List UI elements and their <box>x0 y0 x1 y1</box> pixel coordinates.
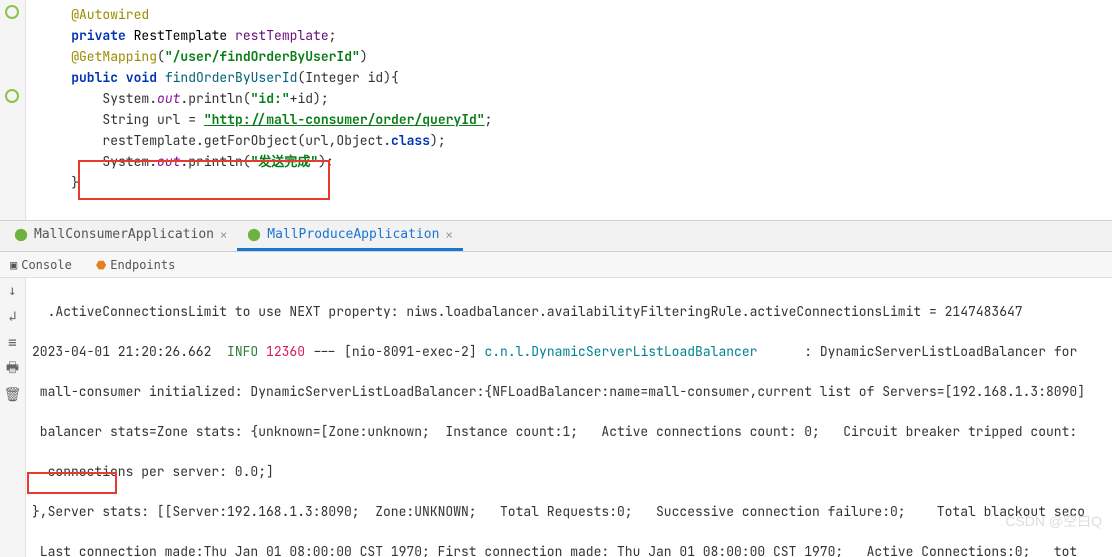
keyword: public void <box>71 69 157 86</box>
subtab-console[interactable]: ▣ Console <box>4 258 78 272</box>
console-output[interactable]: .ActiveConnectionsLimit to use NEXT prop… <box>26 278 1112 557</box>
tab-label: MallConsumerApplication <box>34 227 214 242</box>
code-editor[interactable]: @Autowired private RestTemplate restTemp… <box>0 0 1112 220</box>
spring-icon <box>14 228 28 242</box>
url-string[interactable]: "http://mall-consumer/order/queryId" <box>204 111 485 128</box>
tab-mall-produce[interactable]: MallProduceApplication × <box>237 221 462 251</box>
annotation: @GetMapping <box>71 48 157 65</box>
tab-mall-consumer[interactable]: MallConsumerApplication × <box>4 221 237 251</box>
soft-wrap-icon[interactable]: ↲ <box>4 308 22 326</box>
spring-icon <box>247 228 261 242</box>
close-icon[interactable]: × <box>220 228 227 242</box>
mapping-gutter-icon <box>4 88 20 104</box>
console-icon: ▣ <box>10 258 17 272</box>
keyword: class <box>391 132 430 149</box>
static-field: out <box>157 153 180 170</box>
keyword: private <box>71 27 126 44</box>
scroll-to-end-icon[interactable]: ↓ <box>4 282 22 300</box>
editor-gutter <box>0 0 26 220</box>
string: "发送完成" <box>251 153 319 170</box>
method: findOrderByUserId <box>157 69 297 86</box>
log-line: Last connection made:Thu Jan 01 08:00:00… <box>32 542 1106 557</box>
annotation: @Autowired <box>71 6 149 23</box>
close-icon[interactable]: × <box>445 228 452 242</box>
autowired-gutter-icon <box>4 4 20 20</box>
log-line: .ActiveConnectionsLimit to use NEXT prop… <box>32 302 1106 322</box>
code-content[interactable]: @Autowired private RestTemplate restTemp… <box>40 4 1102 193</box>
wrap-stack-icon[interactable]: ≡ <box>4 334 22 352</box>
clear-all-icon[interactable]: 🗑 <box>4 386 22 404</box>
log-line: connections per server: 0.0;] <box>32 462 1106 482</box>
console-panel: ↓ ↲ ≡ 🖶 🗑 .ActiveConnectionsLimit to use… <box>0 278 1112 557</box>
tab-label: MallProduceApplication <box>267 227 439 242</box>
print-icon[interactable]: 🖶 <box>4 360 22 378</box>
log-line: mall-consumer initialized: DynamicServer… <box>32 382 1106 402</box>
string: "id:" <box>251 90 290 107</box>
run-tabs-bar[interactable]: MallConsumerApplication × MallProduceApp… <box>0 220 1112 252</box>
type: RestTemplate <box>126 27 235 44</box>
subtab-label: Console <box>21 258 72 272</box>
sub-tabs-bar[interactable]: ▣ Console ⬣ Endpoints <box>0 252 1112 278</box>
log-line: },Server stats: [[Server:192.168.1.3:809… <box>32 502 1106 522</box>
log-line: balancer stats=Zone stats: {unknown=[Zon… <box>32 422 1106 442</box>
field: restTemplate <box>235 27 329 44</box>
console-toolbar: ↓ ↲ ≡ 🖶 🗑 <box>0 278 26 557</box>
subtab-endpoints[interactable]: ⬣ Endpoints <box>90 258 182 272</box>
subtab-label: Endpoints <box>110 258 175 272</box>
log-line: 2023-04-01 21:20:26.662 INFO 12360 --- [… <box>32 342 1106 362</box>
static-field: out <box>157 90 180 107</box>
endpoints-icon: ⬣ <box>96 258 106 272</box>
string: "/user/findOrderByUserId" <box>165 48 360 65</box>
